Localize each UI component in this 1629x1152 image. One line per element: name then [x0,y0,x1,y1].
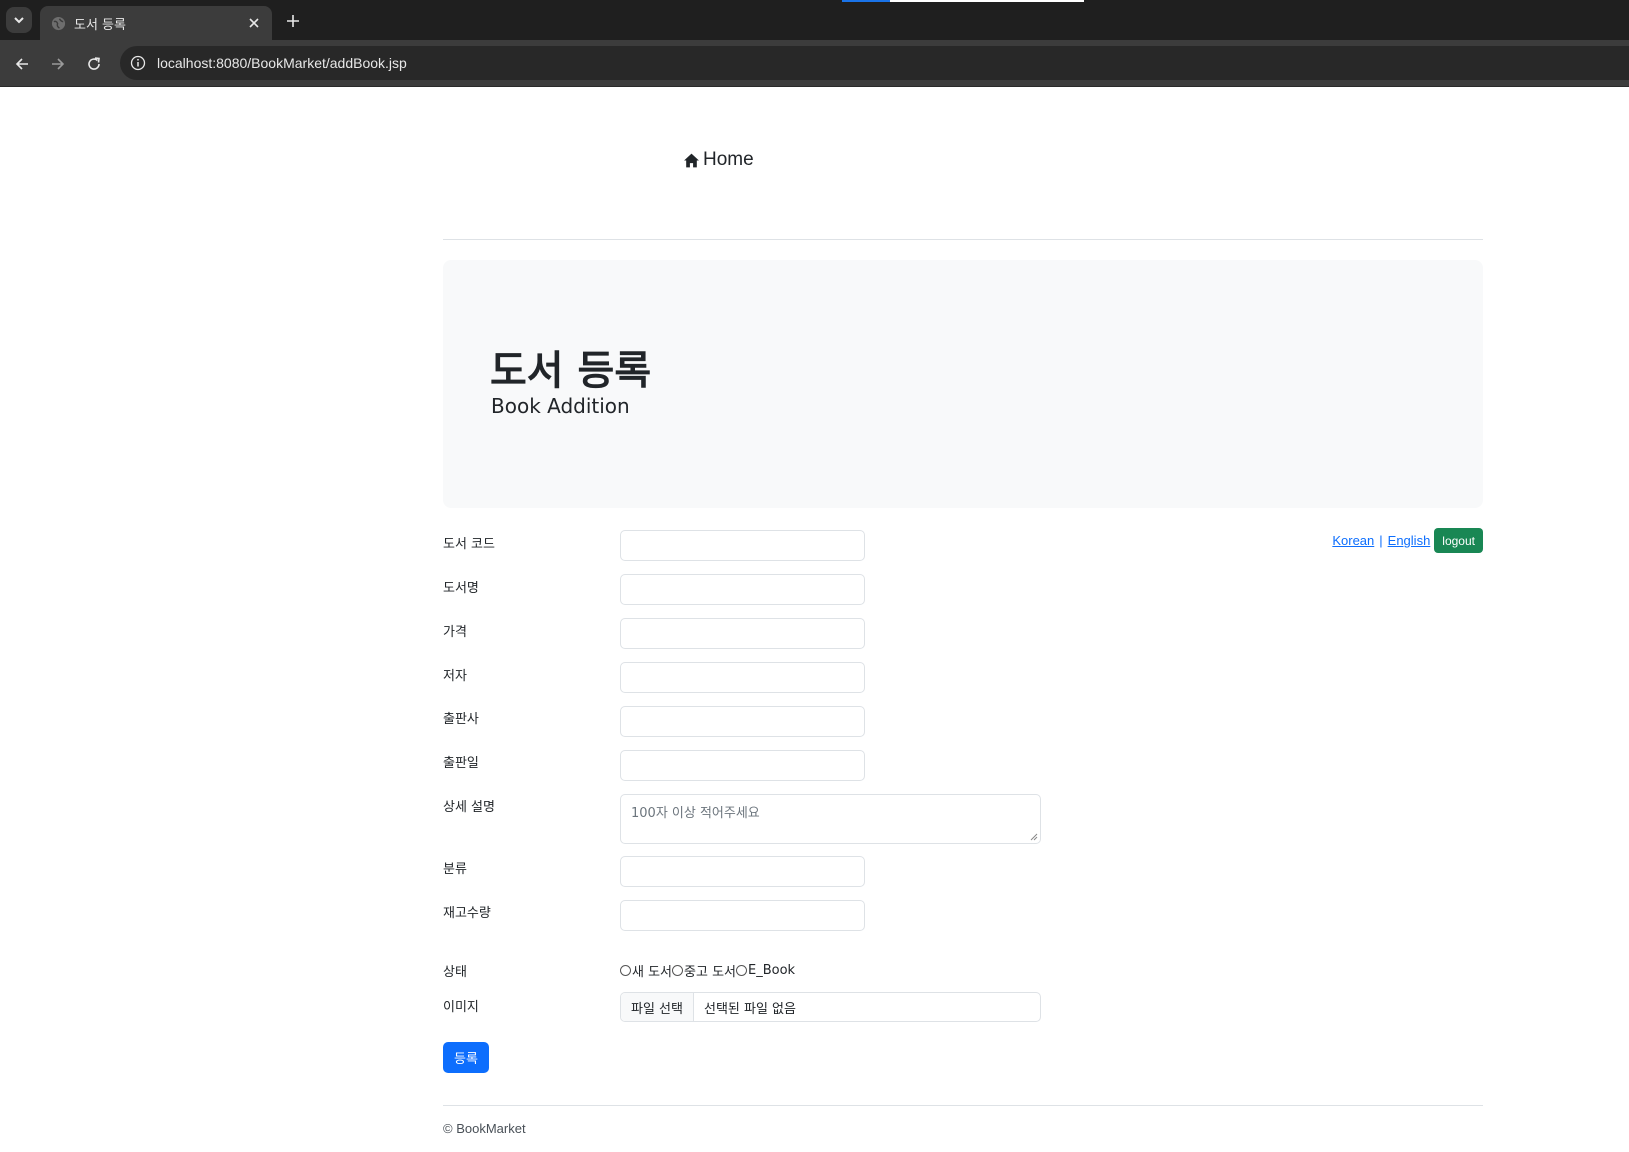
description-textarea[interactable]: 100자 이상 적어주세요 [620,794,1041,844]
condition-option-label: 새 도서 [632,965,673,980]
image-file-input[interactable]: 파일 선택 선택된 파일 없음 [620,992,1041,1022]
jumbotron: 도서 등록 Book Addition [443,260,1483,508]
loading-indicator [842,0,890,2]
description-label: 상세 설명 [443,800,495,815]
navbar: Home [443,87,1483,240]
condition-radio-group: 새 도서 중고 도서 E_Book [620,961,795,980]
home-label: Home [703,149,754,170]
description-placeholder: 100자 이상 적어주세요 [631,806,760,821]
author-label: 저자 [443,669,467,684]
language-separator: | [1379,533,1383,548]
tab-title: 도서 등록 [74,17,126,33]
home-icon [684,153,699,167]
info-icon[interactable] [128,53,148,73]
loading-indicator-track [890,0,1084,2]
reload-button[interactable] [82,52,106,76]
address-bar[interactable]: localhost:8080/BookMarket/addBook.jsp [120,46,1629,80]
arrow-right-icon [52,58,65,70]
close-icon[interactable] [244,13,264,33]
condition-label: 상태 [443,965,467,980]
book-name-input[interactable] [620,574,865,605]
condition-option-old[interactable]: 중고 도서 [672,961,736,980]
english-link[interactable]: English [1388,533,1431,548]
condition-option-ebook[interactable]: E_Book [736,963,795,978]
browser-tab[interactable]: 도서 등록 [40,6,272,40]
book-name-label: 도서명 [443,581,479,596]
arrow-left-icon [15,58,28,70]
footer-copyright: © BookMarket [443,1121,526,1136]
logout-button[interactable]: logout [1434,528,1483,553]
home-link[interactable]: Home [683,149,754,171]
publisher-input[interactable] [620,706,865,737]
condition-option-new[interactable]: 새 도서 [620,961,672,980]
resize-handle-icon[interactable] [1030,833,1038,841]
radio-button[interactable] [672,965,684,976]
price-label: 가격 [443,625,467,640]
new-tab-button[interactable] [282,10,304,32]
reload-icon [88,57,100,70]
radio-button[interactable] [620,965,631,976]
category-input[interactable] [620,856,865,887]
condition-option-label: 중고 도서 [684,965,736,980]
browser-toolbar: localhost:8080/BookMarket/addBook.jsp [0,40,1629,87]
browser-tabstrip: 도서 등록 [0,0,1629,40]
forward-button[interactable] [46,52,70,76]
page-subtitle: Book Addition [491,394,630,418]
stock-input[interactable] [620,900,865,931]
korean-link[interactable]: Korean [1332,533,1374,548]
author-input[interactable] [620,662,865,693]
publisher-label: 출판사 [443,712,479,727]
condition-option-label: E_Book [748,963,796,978]
page-title: 도서 등록 [490,348,652,394]
choose-file-button[interactable]: 파일 선택 [621,993,694,1021]
plus-icon [287,15,299,27]
chevron-down-icon [14,17,24,24]
globe-icon [50,15,66,31]
stock-label: 재고수량 [443,906,491,921]
category-label: 분류 [443,862,467,877]
radio-button[interactable] [736,965,747,976]
release-date-input[interactable] [620,750,865,781]
tab-search-button[interactable] [6,7,32,33]
image-label: 이미지 [443,1000,479,1015]
price-input[interactable] [620,618,865,649]
url-text: localhost:8080/BookMarket/addBook.jsp [157,55,407,71]
book-code-label: 도서 코드 [443,537,495,552]
release-date-label: 출판일 [443,756,479,771]
footer: © BookMarket [443,1105,1483,1136]
language-bar: Korean | English logout [1332,528,1483,553]
back-button[interactable] [10,52,34,76]
submit-button[interactable]: 등록 [443,1042,489,1073]
book-code-input[interactable] [620,530,865,561]
file-status: 선택된 파일 없음 [703,1001,796,1017]
